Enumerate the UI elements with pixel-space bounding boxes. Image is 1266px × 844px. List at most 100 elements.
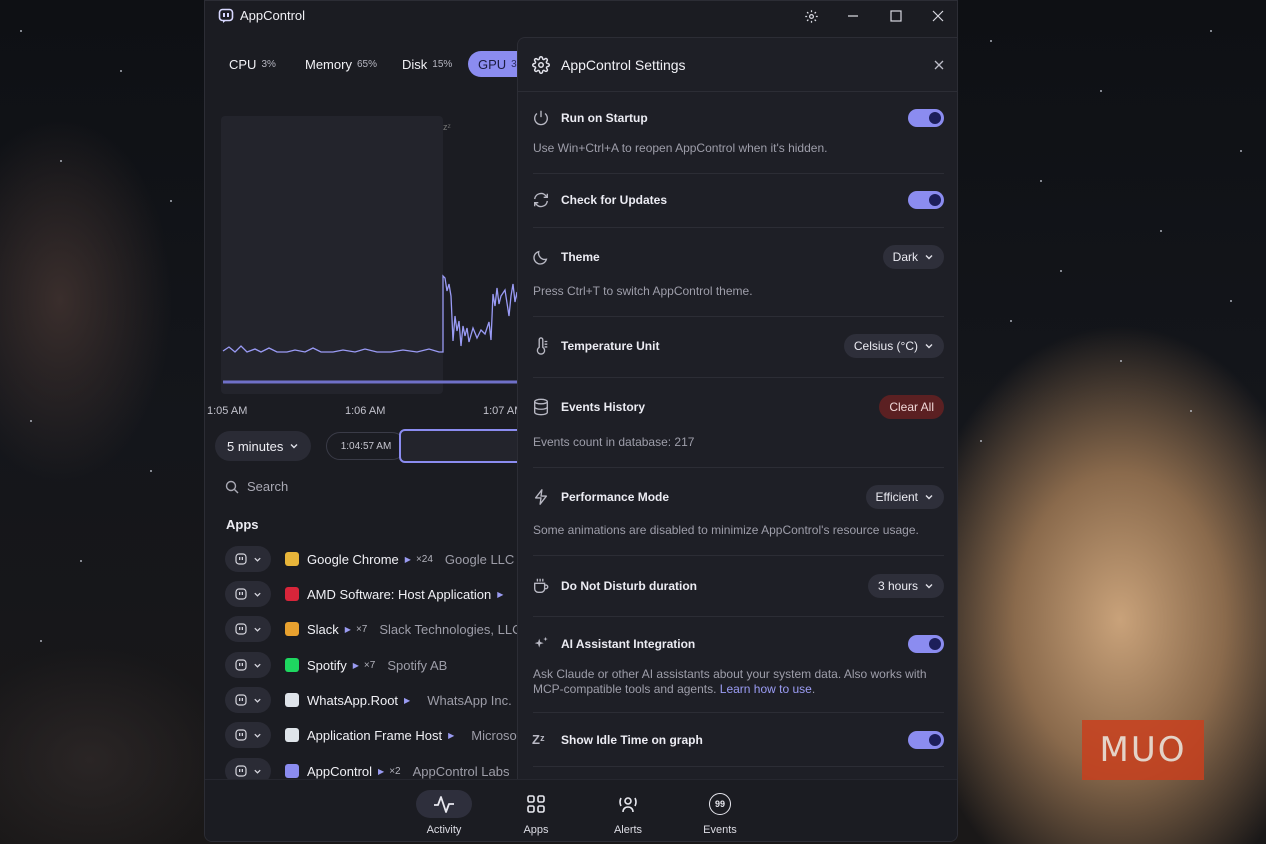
idle-graph-toggle[interactable] xyxy=(908,731,944,749)
settings-header: AppControl Settings xyxy=(518,38,957,92)
check-updates-toggle[interactable] xyxy=(908,191,944,209)
expand-arrow-icon[interactable]: ▶ xyxy=(448,731,454,740)
expand-arrow-icon[interactable]: ▶ xyxy=(353,661,359,670)
list-item[interactable]: Application Frame Host ▶ Microsoft xyxy=(225,722,517,748)
app-vendor: Microsoft xyxy=(471,727,517,743)
sparkle-icon xyxy=(534,636,548,648)
app-window: AppControl CPU3% Memory65% Disk15% GPU3%… xyxy=(204,0,958,842)
chevron-down-icon xyxy=(253,627,261,632)
expand-arrow-icon[interactable]: ▶ xyxy=(404,696,410,705)
app-row-controls[interactable] xyxy=(225,581,271,607)
close-icon[interactable] xyxy=(934,60,944,70)
chevron-down-icon xyxy=(925,344,933,349)
clear-all-button[interactable]: Clear All xyxy=(879,395,944,419)
events-badge: 99 xyxy=(709,793,731,815)
divider xyxy=(533,227,944,228)
app-control-icon xyxy=(234,729,247,741)
minimize-icon xyxy=(848,15,858,17)
app-row-controls[interactable] xyxy=(225,546,271,572)
app-icon xyxy=(285,587,299,601)
maximize-icon xyxy=(890,10,902,22)
expand-arrow-icon[interactable]: ▶ xyxy=(405,555,411,564)
nav-apps[interactable]: Apps xyxy=(501,780,571,841)
app-name: Spotify xyxy=(307,657,347,673)
app-vendor: AppControl Labs xyxy=(412,763,510,779)
refresh-icon xyxy=(534,192,548,208)
setting-description: Press Ctrl+T to switch AppControl theme. xyxy=(533,284,753,298)
app-icon xyxy=(285,552,299,566)
expand-arrow-icon[interactable]: ▶ xyxy=(497,590,503,599)
temperature-value: Celsius (°C) xyxy=(853,339,918,353)
settings-button[interactable] xyxy=(796,5,826,27)
list-item[interactable]: AMD Software: Host Application▶A xyxy=(225,581,517,607)
setting-description: Some animations are disabled to minimize… xyxy=(533,523,919,537)
run-on-startup-toggle[interactable] xyxy=(908,109,944,127)
maximize-button[interactable] xyxy=(881,5,911,27)
setting-description: Ask Claude or other AI assistants about … xyxy=(533,667,949,697)
dnd-dropdown[interactable]: 3 hours xyxy=(867,574,944,598)
alerts-icon xyxy=(600,790,656,818)
settings-title: AppControl Settings xyxy=(561,57,686,73)
temperature-dropdown[interactable]: Celsius (°C) xyxy=(843,334,944,358)
app-name: AMD Software: Host Application xyxy=(307,586,492,602)
list-item[interactable]: Google Chrome ▶ ×24 Google LLC xyxy=(225,546,514,572)
nav-activity[interactable]: Activity xyxy=(409,780,479,841)
app-row-controls[interactable] xyxy=(225,758,271,779)
setting-ai-label: AI Assistant Integration xyxy=(561,637,696,651)
gear-icon xyxy=(804,9,818,23)
list-item[interactable]: Slack ▶ ×7 Slack Technologies, LLC xyxy=(225,616,517,642)
lightning-icon xyxy=(534,489,548,505)
app-row-controls[interactable] xyxy=(225,616,271,642)
app-control-icon xyxy=(234,659,247,671)
coffee-icon xyxy=(534,578,549,593)
app-vendor: Google LLC xyxy=(444,551,515,567)
close-button[interactable] xyxy=(923,5,953,27)
app-row-controls[interactable] xyxy=(225,652,271,678)
minimize-button[interactable] xyxy=(838,5,868,27)
expand-arrow-icon[interactable]: ▶ xyxy=(378,767,384,776)
divider xyxy=(533,467,944,468)
nav-alerts[interactable]: Alerts xyxy=(593,780,663,841)
setting-performance-label: Performance Mode xyxy=(561,490,670,504)
learn-how-link[interactable]: Learn how to use xyxy=(720,682,812,696)
grid-icon xyxy=(508,790,564,818)
app-row-controls[interactable] xyxy=(225,687,271,713)
app-icon xyxy=(285,728,299,742)
process-count: ×2 xyxy=(389,765,401,777)
theme-dropdown[interactable]: Dark xyxy=(882,245,944,269)
divider xyxy=(533,377,944,378)
app-vendor: Spotify AB xyxy=(387,657,448,673)
close-icon xyxy=(932,10,944,22)
chevron-down-icon xyxy=(925,255,933,260)
chevron-down-icon xyxy=(253,769,261,774)
setting-events-history-label: Events History xyxy=(561,400,646,414)
gear-icon xyxy=(532,56,550,74)
activity-icon xyxy=(416,790,472,818)
performance-value: Efficient xyxy=(875,490,918,504)
chevron-down-icon xyxy=(253,698,261,703)
chevron-down-icon xyxy=(253,557,261,562)
list-item[interactable]: WhatsApp.Root ▶ WhatsApp Inc. xyxy=(225,687,512,713)
app-name: Application Frame Host xyxy=(307,727,443,743)
chevron-down-icon xyxy=(253,663,261,668)
app-row-controls[interactable] xyxy=(225,722,271,748)
dnd-value: 3 hours xyxy=(877,579,918,593)
app-name: AppControl xyxy=(307,763,373,779)
divider xyxy=(533,766,944,767)
chevron-down-icon xyxy=(925,495,933,500)
nav-events[interactable]: 99 Events xyxy=(685,780,755,841)
divider xyxy=(533,712,944,713)
process-count: ×7 xyxy=(355,623,368,635)
ai-integration-toggle[interactable] xyxy=(908,635,944,653)
list-item[interactable]: AppControl ▶ ×2 AppControl Labs xyxy=(225,758,509,779)
bottom-nav: Activity Apps Alerts 99 Events xyxy=(205,779,957,841)
performance-dropdown[interactable]: Efficient xyxy=(865,485,944,509)
expand-arrow-icon[interactable]: ▶ xyxy=(345,625,351,634)
ai-description-suffix: . xyxy=(811,682,816,696)
divider xyxy=(533,616,944,617)
setting-check-updates-label: Check for Updates xyxy=(561,193,668,207)
app-icon xyxy=(285,693,299,707)
setting-idle-graph-label: Show Idle Time on graph xyxy=(561,733,703,747)
list-item[interactable]: Spotify ▶ ×7 Spotify AB xyxy=(225,652,447,678)
nav-label: Apps xyxy=(523,824,549,836)
